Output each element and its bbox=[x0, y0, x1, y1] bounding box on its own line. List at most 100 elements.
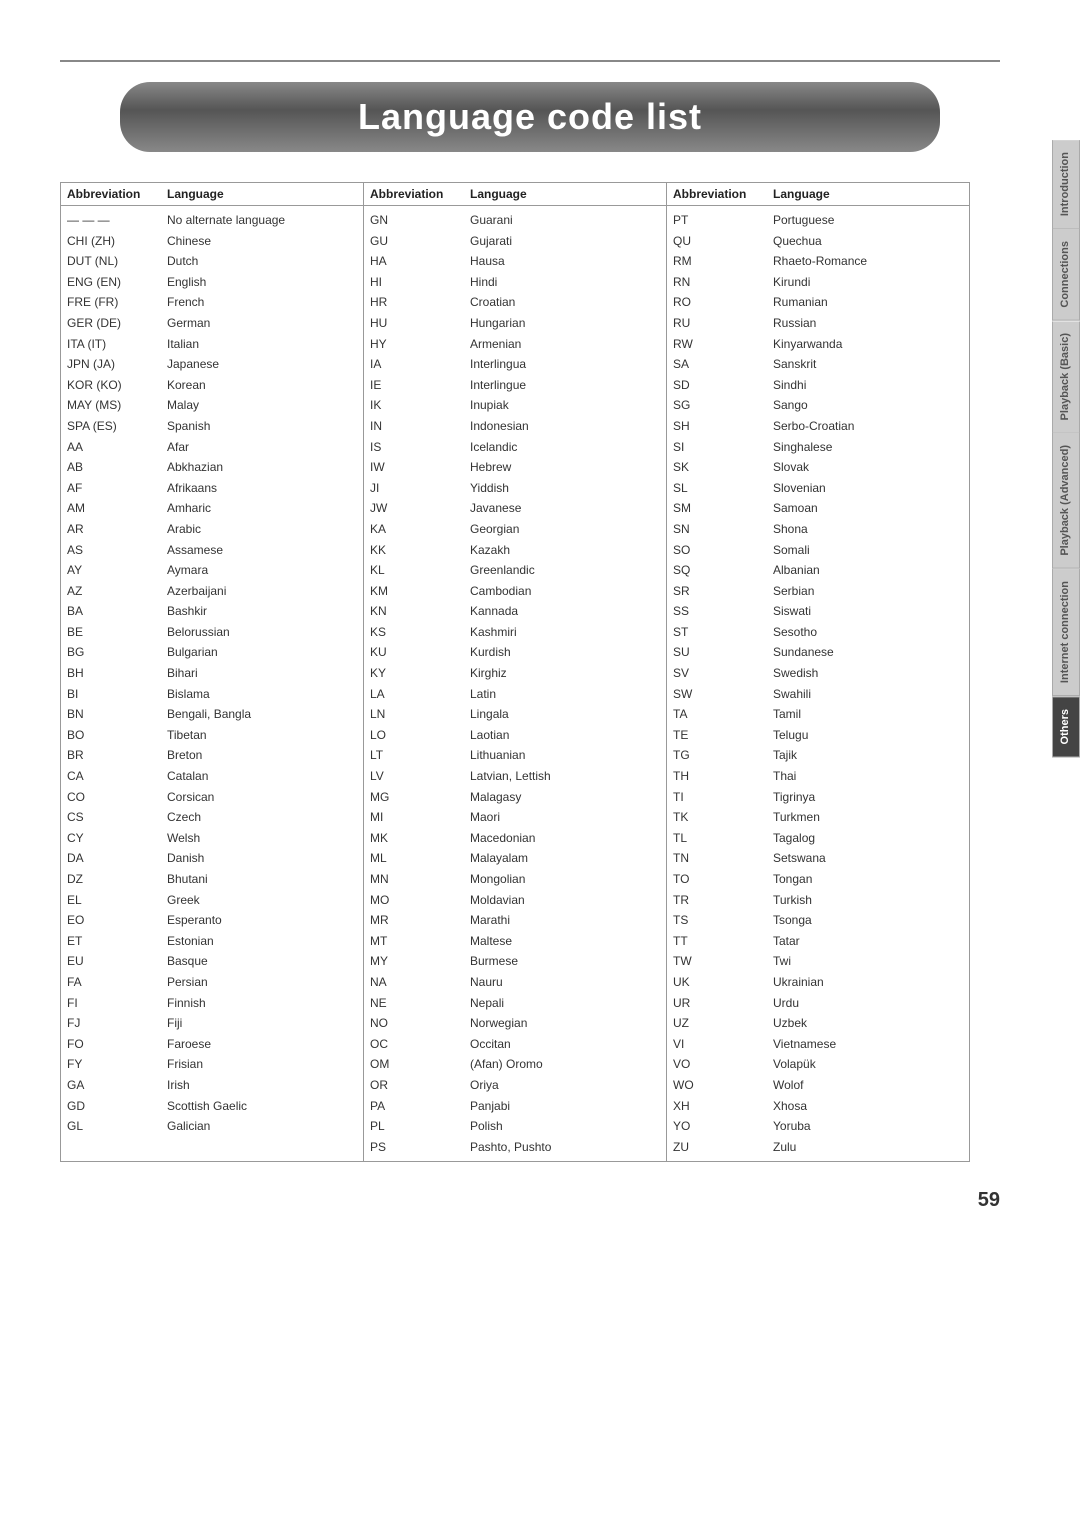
list-item: THThai bbox=[667, 766, 969, 787]
abbr-cell: AY bbox=[67, 561, 167, 580]
tab-connections[interactable]: Connections bbox=[1052, 229, 1080, 321]
tab-introduction[interactable]: Introduction bbox=[1052, 140, 1080, 229]
lang-cell: Shona bbox=[773, 520, 963, 539]
list-item: TLTagalog bbox=[667, 828, 969, 849]
abbr-cell: SU bbox=[673, 643, 773, 662]
list-item: JPN (JA)Japanese bbox=[61, 354, 363, 375]
list-item: TATamil bbox=[667, 704, 969, 725]
col1-header: Abbreviation Language bbox=[61, 183, 363, 206]
lang-cell: French bbox=[167, 293, 357, 312]
list-item: GER (DE)German bbox=[61, 313, 363, 334]
page-container: Language code list Introduction Connecti… bbox=[0, 0, 1080, 1242]
abbr-cell: SM bbox=[673, 499, 773, 518]
list-item: FAPersian bbox=[61, 972, 363, 993]
list-item: FYFrisian bbox=[61, 1054, 363, 1075]
list-item: RORumanian bbox=[667, 292, 969, 313]
abbr-cell: KA bbox=[370, 520, 470, 539]
tab-internet-connection[interactable]: Internet connection bbox=[1052, 569, 1080, 696]
abbr-cell: RM bbox=[673, 252, 773, 271]
lang-cell: Latvian, Lettish bbox=[470, 767, 660, 786]
abbr-cell: WO bbox=[673, 1076, 773, 1095]
list-item: TRTurkish bbox=[667, 890, 969, 911]
list-item: LVLatvian, Lettish bbox=[364, 766, 666, 787]
list-item: ITA (IT)Italian bbox=[61, 334, 363, 355]
list-item: BHBihari bbox=[61, 663, 363, 684]
list-item: ETEstonian bbox=[61, 931, 363, 952]
abbr-cell: RO bbox=[673, 293, 773, 312]
abbr-cell: DZ bbox=[67, 870, 167, 889]
list-item: MNMongolian bbox=[364, 869, 666, 890]
abbr-cell: CO bbox=[67, 788, 167, 807]
abbr-cell: KL bbox=[370, 561, 470, 580]
lang-cell: Ukrainian bbox=[773, 973, 963, 992]
lang-cell: German bbox=[167, 314, 357, 333]
abbr-cell: ET bbox=[67, 932, 167, 951]
abbr-cell: IW bbox=[370, 458, 470, 477]
lang-cell: Corsican bbox=[167, 788, 357, 807]
abbr-cell: LA bbox=[370, 685, 470, 704]
col2-lang-header: Language bbox=[470, 187, 660, 201]
list-item: KSKashmiri bbox=[364, 622, 666, 643]
list-item: CSCzech bbox=[61, 807, 363, 828]
list-item: — — —No alternate language bbox=[61, 210, 363, 231]
lang-cell: Lingala bbox=[470, 705, 660, 724]
abbr-cell: UK bbox=[673, 973, 773, 992]
lang-cell: Interlingua bbox=[470, 355, 660, 374]
list-item: IKInupiak bbox=[364, 395, 666, 416]
col1-lang-header: Language bbox=[167, 187, 357, 201]
abbr-cell: PT bbox=[673, 211, 773, 230]
abbr-cell: ITA (IT) bbox=[67, 335, 167, 354]
abbr-cell: FI bbox=[67, 994, 167, 1013]
col2-header: Abbreviation Language bbox=[364, 183, 666, 206]
list-item: RNKirundi bbox=[667, 272, 969, 293]
list-item: OROriya bbox=[364, 1075, 666, 1096]
abbr-cell: JI bbox=[370, 479, 470, 498]
title-banner: Language code list bbox=[120, 82, 940, 152]
list-item: KYKirghiz bbox=[364, 663, 666, 684]
lang-cell: Tibetan bbox=[167, 726, 357, 745]
lang-cell: Telugu bbox=[773, 726, 963, 745]
page-number: 59 bbox=[978, 1189, 1000, 1212]
lang-cell: Galician bbox=[167, 1117, 357, 1136]
abbr-cell: AS bbox=[67, 541, 167, 560]
abbr-cell: AM bbox=[67, 499, 167, 518]
list-item: IWHebrew bbox=[364, 457, 666, 478]
lang-cell: Xhosa bbox=[773, 1097, 963, 1116]
abbr-cell: CA bbox=[67, 767, 167, 786]
lang-cell: Serbo-Croatian bbox=[773, 417, 963, 436]
abbr-cell: BO bbox=[67, 726, 167, 745]
abbr-cell: TA bbox=[673, 705, 773, 724]
abbr-cell: VI bbox=[673, 1035, 773, 1054]
abbr-cell: BN bbox=[67, 705, 167, 724]
list-item: STSesotho bbox=[667, 622, 969, 643]
lang-cell: Occitan bbox=[470, 1035, 660, 1054]
list-item: RWKinyarwanda bbox=[667, 334, 969, 355]
abbr-cell: TW bbox=[673, 952, 773, 971]
list-item: MKMacedonian bbox=[364, 828, 666, 849]
lang-cell: Maltese bbox=[470, 932, 660, 951]
list-item: MGMalagasy bbox=[364, 787, 666, 808]
abbr-cell: PA bbox=[370, 1097, 470, 1116]
lang-cell: Norwegian bbox=[470, 1014, 660, 1033]
list-item: HIHindi bbox=[364, 272, 666, 293]
abbr-cell: DA bbox=[67, 849, 167, 868]
list-item: AMAmharic bbox=[61, 498, 363, 519]
list-item: KNKannada bbox=[364, 601, 666, 622]
list-item: HAHausa bbox=[364, 251, 666, 272]
lang-cell: Siswati bbox=[773, 602, 963, 621]
abbr-cell: KK bbox=[370, 541, 470, 560]
abbr-cell: SN bbox=[673, 520, 773, 539]
list-item: TWTwi bbox=[667, 951, 969, 972]
abbr-cell: GER (DE) bbox=[67, 314, 167, 333]
lang-cell: Latin bbox=[470, 685, 660, 704]
abbr-cell: SG bbox=[673, 396, 773, 415]
tab-playback-advanced[interactable]: Playback (Advanced) bbox=[1052, 433, 1080, 569]
list-item: QUQuechua bbox=[667, 231, 969, 252]
lang-cell: Catalan bbox=[167, 767, 357, 786]
lang-cell: Albanian bbox=[773, 561, 963, 580]
lang-cell: Sanskrit bbox=[773, 355, 963, 374]
tab-playback-basic[interactable]: Playback (Basic) bbox=[1052, 321, 1080, 433]
abbr-cell: SK bbox=[673, 458, 773, 477]
list-item: TKTurkmen bbox=[667, 807, 969, 828]
tab-others[interactable]: Others bbox=[1052, 696, 1080, 757]
